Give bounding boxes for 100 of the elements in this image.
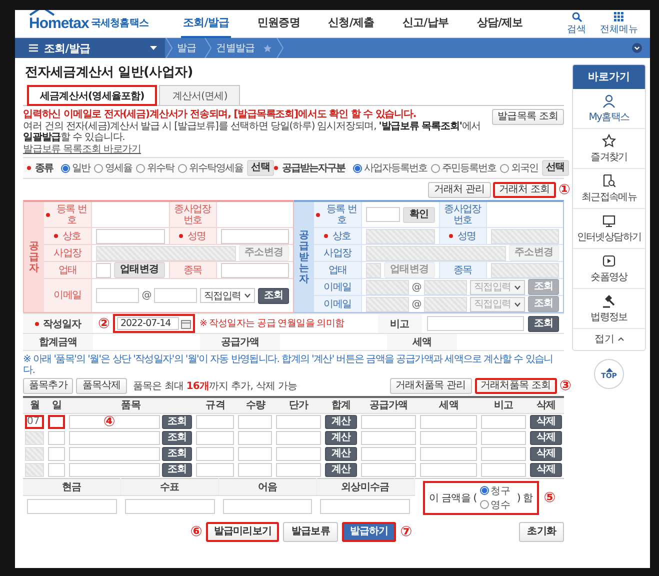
calculate-button[interactable]: 계산 (325, 414, 357, 428)
radio-button[interactable] (480, 500, 489, 509)
radio-button[interactable] (430, 164, 440, 172)
form-button[interactable]: 조회 (258, 288, 289, 304)
menu-dropdown[interactable]: 조회/발급 (15, 38, 165, 58)
input-field[interactable] (276, 462, 322, 476)
input-field[interactable] (96, 262, 112, 278)
collapse-button[interactable]: 접기 (573, 328, 645, 350)
input-field[interactable] (320, 498, 410, 514)
input-field[interactable] (220, 228, 289, 244)
input-field[interactable] (196, 430, 234, 444)
radio-button[interactable] (94, 164, 103, 172)
radio-button[interactable] (136, 164, 145, 172)
form-button[interactable]: 확인 (403, 206, 434, 222)
input-field[interactable] (426, 316, 524, 331)
input-field[interactable] (481, 430, 526, 444)
input-field[interactable] (154, 288, 197, 303)
input-field[interactable] (69, 446, 160, 460)
delete-button[interactable]: 삭제 (530, 446, 562, 460)
input-field[interactable] (196, 462, 234, 476)
input-field[interactable] (360, 462, 416, 476)
radio-button[interactable] (500, 164, 509, 172)
input-field[interactable] (276, 446, 322, 460)
star-icon (602, 134, 616, 148)
input-field[interactable] (222, 498, 312, 514)
input-field[interactable]: 07 (25, 414, 44, 428)
date-field[interactable]: 2022-07-14 (113, 314, 196, 333)
notice-link[interactable]: 발급보류 목록조회 바로가기 (23, 144, 141, 154)
partner-button[interactable]: 거래처 조회 (492, 182, 556, 198)
nav-item[interactable]: 민원증명 (255, 10, 302, 38)
radio-button[interactable] (178, 164, 187, 172)
input-field[interactable] (420, 446, 478, 460)
input-field[interactable] (276, 430, 322, 444)
item-partner-button[interactable]: 거래처품목 조회 (474, 378, 557, 394)
input-field[interactable] (124, 498, 214, 514)
reset-button[interactable]: 초기화 (519, 522, 564, 542)
input-field[interactable] (96, 288, 139, 303)
form-button[interactable]: 업태변경 (114, 262, 164, 278)
partner-button[interactable]: 거래처 관리 (428, 182, 491, 198)
input-field[interactable] (48, 430, 66, 444)
input-field[interactable] (220, 262, 289, 278)
input-field[interactable] (360, 446, 416, 460)
radio-button[interactable] (480, 486, 489, 495)
input-field[interactable] (27, 498, 117, 514)
field-label: 사업장 (324, 248, 352, 258)
input-field[interactable] (420, 414, 478, 428)
radio-button[interactable] (352, 164, 362, 172)
dropdown[interactable]: 직접입력 (200, 288, 255, 303)
lookup-button[interactable]: 조회 (162, 430, 192, 444)
select-button[interactable]: 선택 (247, 160, 274, 176)
lookup-button[interactable]: 조회 (162, 446, 192, 460)
input-field[interactable] (276, 414, 322, 428)
input-field[interactable] (238, 414, 272, 428)
input-field[interactable] (481, 462, 526, 476)
delete-item-button[interactable]: 품목삭제 (76, 378, 127, 394)
input-field[interactable] (69, 414, 160, 428)
nav-item[interactable]: 상담/제보 (474, 10, 525, 38)
add-item-button[interactable]: 품목추가 (23, 378, 74, 394)
input-field[interactable] (196, 446, 234, 460)
delete-button[interactable]: 삭제 (530, 414, 562, 428)
delete-button[interactable]: 삭제 (530, 462, 562, 476)
calculate-button[interactable]: 계산 (325, 462, 357, 476)
input-field[interactable] (420, 462, 478, 476)
form-button[interactable]: 조회 (528, 316, 559, 332)
nav-item[interactable]: 신청/제출 (326, 10, 376, 38)
radio-button[interactable] (61, 164, 70, 172)
lookup-button[interactable]: 조회 (162, 414, 192, 428)
action-button[interactable]: 발급미리보기 (206, 522, 280, 542)
delete-button[interactable]: 삭제 (530, 430, 562, 444)
breadcrumb-link[interactable]: 건별발급 (212, 41, 263, 55)
input-field[interactable] (69, 430, 160, 444)
input-field[interactable] (481, 446, 526, 460)
input-field[interactable] (48, 414, 66, 428)
nav-item[interactable]: 신고/납부 (400, 10, 450, 38)
calculate-button[interactable]: 계산 (325, 446, 357, 460)
input-field[interactable] (360, 414, 416, 428)
tab[interactable]: 계산서(면세) (159, 85, 240, 105)
input-field[interactable] (238, 446, 272, 460)
select-button[interactable]: 선택 (542, 160, 569, 176)
list-button[interactable]: 발급목록 조회 (492, 109, 564, 125)
tab[interactable]: 세금계산서(영세율포함) (27, 85, 158, 106)
input-field[interactable] (481, 414, 526, 428)
item-partner-button[interactable]: 거래처품목 관리 (390, 378, 472, 394)
input-field[interactable] (196, 414, 234, 428)
search-button[interactable]: 검색 (567, 12, 586, 36)
input-field[interactable] (69, 462, 160, 476)
input-field[interactable] (48, 446, 66, 460)
input-field[interactable] (366, 207, 400, 222)
menu-button[interactable]: 전체메뉴 (600, 12, 638, 36)
lookup-button[interactable]: 조회 (162, 462, 192, 476)
action-button[interactable]: 발급하기 (342, 522, 396, 542)
calculate-button[interactable]: 계산 (325, 430, 357, 444)
breadcrumb-link[interactable]: 발급 (173, 41, 204, 55)
input-field[interactable] (96, 228, 164, 244)
input-field[interactable] (360, 430, 416, 444)
input-field[interactable] (48, 462, 66, 476)
input-field[interactable] (238, 430, 272, 444)
action-button[interactable]: 발급보류 (283, 522, 338, 542)
input-field[interactable] (420, 430, 478, 444)
input-field[interactable] (238, 462, 272, 476)
